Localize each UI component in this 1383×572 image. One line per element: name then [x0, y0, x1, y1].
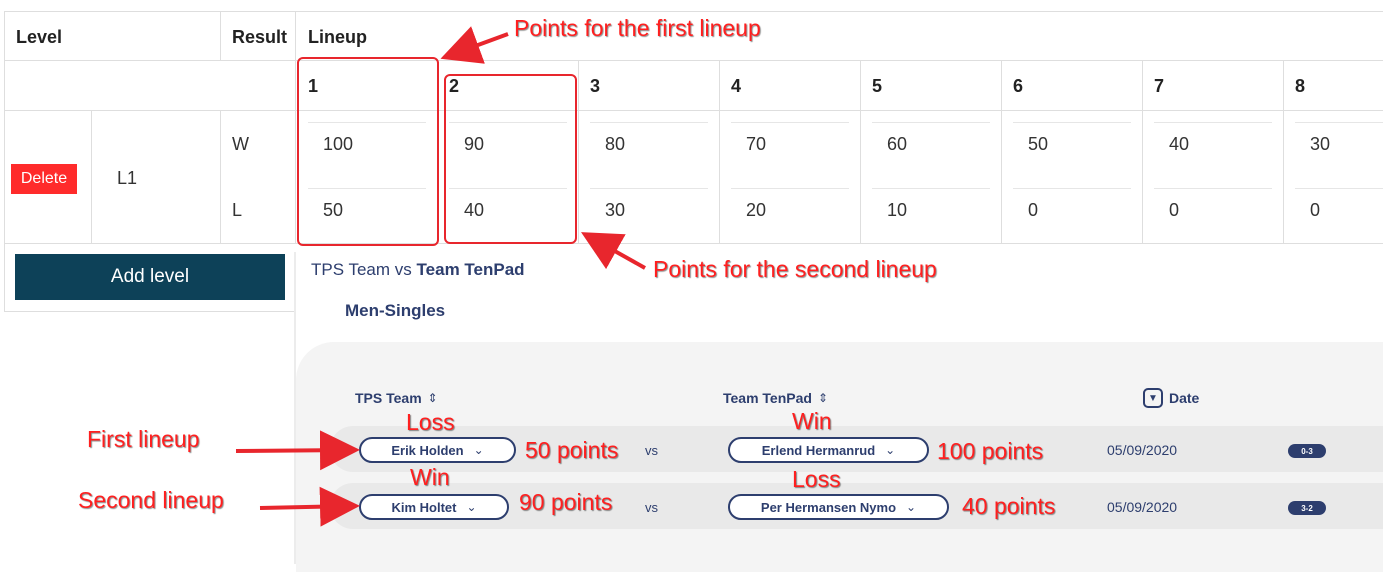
- annotation-second-lineup-points: Points for the second lineup: [653, 256, 937, 282]
- annotation-first-lineup: First lineup: [87, 426, 200, 452]
- annotation-row1-home-points: 50 points: [525, 437, 619, 463]
- arrow-second-lineup: [259, 486, 360, 527]
- annotation-row2-home-result: Win: [410, 464, 450, 490]
- arrow-first-lineup-points: [440, 26, 509, 64]
- arrow-first-lineup: [235, 430, 360, 471]
- annotation-row1-home-result: Loss: [406, 409, 455, 435]
- arrow-second-lineup-points: [581, 232, 646, 270]
- annotation-row2-home-points: 90 points: [519, 489, 613, 515]
- annotation-second-lineup: Second lineup: [78, 487, 224, 513]
- annotation-first-lineup-points: Points for the first lineup: [514, 15, 761, 41]
- annotation-row1-away-points: 100 points: [937, 438, 1044, 464]
- annotation-row2-away-points: 40 points: [962, 493, 1056, 519]
- annotation-row2-away-result: Loss: [792, 466, 841, 492]
- annotation-row1-away-result: Win: [792, 408, 832, 434]
